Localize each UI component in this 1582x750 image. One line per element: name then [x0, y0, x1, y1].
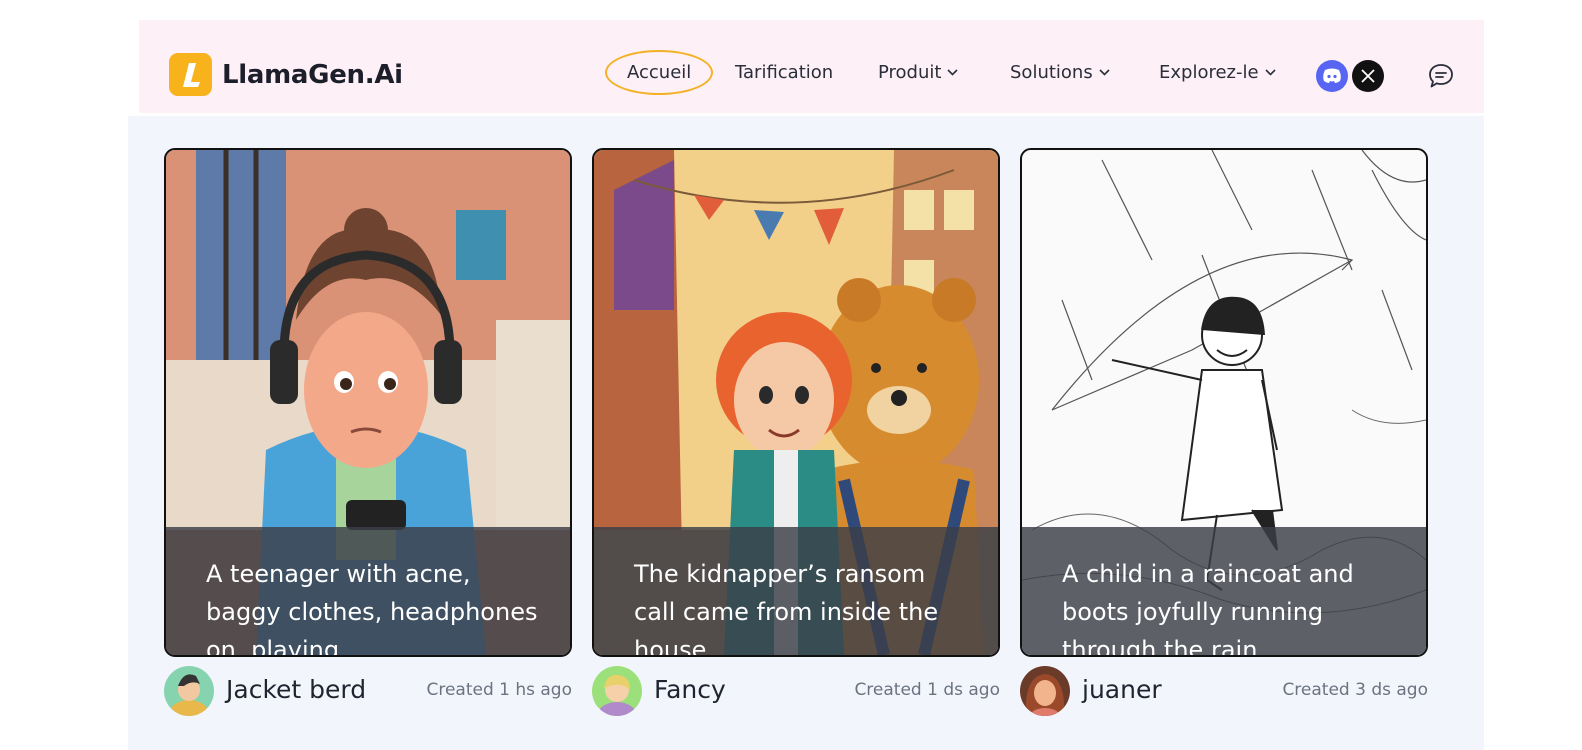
chat-icon[interactable] — [1427, 62, 1455, 90]
nav-product[interactable]: Produit — [878, 62, 959, 83]
llama-logo-icon — [169, 53, 212, 96]
created-time: Created 1 ds ago — [854, 680, 1000, 700]
chevron-down-icon — [1099, 69, 1110, 76]
nav-explore[interactable]: Explorez-le — [1159, 62, 1276, 83]
story-card[interactable]: A teenager with acne, baggy clothes, hea… — [164, 148, 572, 657]
nav-solutions-label: Solutions — [1010, 62, 1093, 83]
nav-solutions[interactable]: Solutions — [1010, 62, 1110, 83]
x-icon[interactable] — [1352, 60, 1384, 92]
avatar[interactable] — [592, 666, 642, 716]
chevron-down-icon — [1264, 69, 1276, 76]
story-card[interactable]: A child in a raincoat and boots joyfully… — [1020, 148, 1428, 657]
top-navbar: LlamaGen.Ai Accueil Tarification Produit… — [139, 20, 1484, 113]
created-time: Created 3 ds ago — [1282, 680, 1428, 700]
card-meta: Fancy Created 1 ds ago — [592, 666, 1000, 716]
card-caption: A teenager with acne, baggy clothes, hea… — [166, 527, 570, 655]
nav-pricing[interactable]: Tarification — [735, 62, 833, 83]
author-name[interactable]: Jacket berd — [226, 675, 366, 704]
chevron-down-icon — [947, 69, 959, 76]
story-card[interactable]: The kidnapper’s ransom call came from in… — [592, 148, 1000, 657]
avatar[interactable] — [164, 666, 214, 716]
brand-logo[interactable]: LlamaGen.Ai — [169, 53, 403, 96]
nav-explore-label: Explorez-le — [1159, 62, 1259, 83]
nav-pricing-label: Tarification — [735, 62, 834, 83]
discord-icon[interactable] — [1316, 60, 1348, 92]
card-meta: Jacket berd Created 1 hs ago — [164, 666, 572, 716]
avatar[interactable] — [1020, 666, 1070, 716]
author-name[interactable]: juaner — [1082, 675, 1162, 704]
brand-name: LlamaGen.Ai — [222, 59, 403, 90]
author-name[interactable]: Fancy — [654, 675, 726, 704]
nav-home-label: Accueil — [627, 62, 692, 83]
card-meta: juaner Created 3 ds ago — [1020, 666, 1428, 716]
card-caption: The kidnapper’s ransom call came from in… — [594, 527, 998, 655]
created-time: Created 1 hs ago — [426, 680, 572, 700]
card-caption: A child in a raincoat and boots joyfully… — [1022, 527, 1426, 655]
nav-home[interactable]: Accueil — [605, 50, 714, 95]
nav-product-label: Produit — [878, 62, 942, 83]
